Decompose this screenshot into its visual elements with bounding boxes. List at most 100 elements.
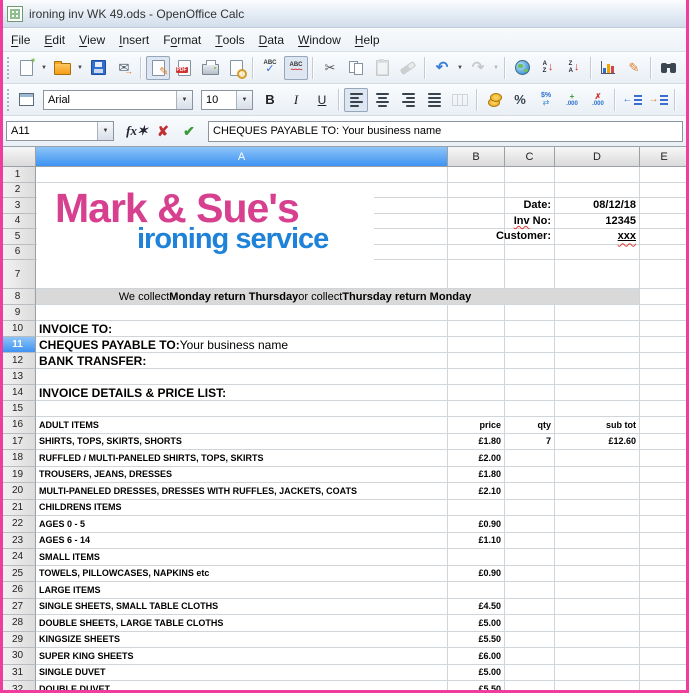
cell-E12[interactable] [640, 353, 689, 369]
cell-E20[interactable] [640, 483, 689, 500]
menu-insert[interactable]: Insert [112, 28, 156, 51]
format-paintbrush-button[interactable] [396, 56, 420, 80]
new-document-button[interactable]: ✶ [14, 56, 38, 80]
insert-chart-button[interactable] [596, 56, 620, 80]
cell-C17[interactable]: 7 [505, 434, 555, 451]
italic-button[interactable]: I [284, 88, 308, 112]
sort-descending-button[interactable]: ZA↓ [562, 56, 586, 80]
spelling-button[interactable]: ABC✓ [258, 56, 282, 80]
cell-C27[interactable] [505, 599, 555, 616]
banner-cell[interactable]: We collect Monday return Thursday or col… [36, 289, 640, 305]
cell-D32[interactable] [555, 681, 640, 693]
menu-help[interactable]: Help [348, 28, 387, 51]
select-all-corner[interactable] [0, 147, 36, 167]
row-header-20[interactable]: 20 [0, 483, 36, 500]
cell-C7[interactable] [505, 260, 555, 289]
cell-B20[interactable]: £2.10 [448, 483, 505, 500]
font-name-combo[interactable]: ▼ [43, 90, 193, 110]
cell-B26[interactable] [448, 582, 505, 599]
cell-D15[interactable] [555, 401, 640, 417]
cell-D30[interactable] [555, 648, 640, 665]
align-left-button[interactable] [344, 88, 368, 112]
find-replace-button[interactable] [656, 56, 680, 80]
font-name-input[interactable] [44, 94, 176, 106]
cell-B15[interactable] [448, 401, 505, 417]
cell-D10[interactable] [555, 321, 640, 337]
cell-B1[interactable] [448, 167, 505, 183]
cell-D13[interactable] [555, 369, 640, 385]
font-size-combo[interactable]: ▼ [201, 90, 253, 110]
draw-functions-button[interactable]: ✎ [622, 56, 646, 80]
row-header-15[interactable]: 15 [0, 401, 36, 417]
row-header-27[interactable]: 27 [0, 599, 36, 616]
cell-D6[interactable] [555, 245, 640, 261]
cell-A20[interactable]: MULTI-PANELED DRESSES, DRESSES WITH RUFF… [36, 483, 448, 500]
cell-D1[interactable] [555, 167, 640, 183]
paste-button[interactable] [370, 56, 394, 80]
cell-A30[interactable]: SUPER KING SHEETS [36, 648, 448, 665]
cell-A15[interactable] [36, 401, 448, 417]
cell-D16[interactable]: sub tot [555, 417, 640, 434]
cell-B3[interactable] [448, 198, 505, 214]
menu-window[interactable]: Window [291, 28, 348, 51]
font-size-input[interactable] [202, 94, 236, 106]
cell-D11[interactable] [555, 337, 640, 353]
cell-B22[interactable]: £0.90 [448, 516, 505, 533]
accept-button[interactable]: ✔ [177, 119, 201, 143]
row-header-2[interactable]: 2 [0, 183, 36, 199]
row-header-12[interactable]: 12 [0, 353, 36, 369]
cell-D23[interactable] [555, 533, 640, 550]
cell-A27[interactable]: SINGLE SHEETS, SMALL TABLE CLOTHS [36, 599, 448, 616]
cell-C28[interactable] [505, 615, 555, 632]
row-header-23[interactable]: 23 [0, 533, 36, 550]
row-header-18[interactable]: 18 [0, 450, 36, 467]
cell-C25[interactable] [505, 566, 555, 583]
row-header-6[interactable]: 6 [0, 245, 36, 261]
row-header-11[interactable]: 11 [0, 337, 36, 353]
cell-D17[interactable]: £12.60 [555, 434, 640, 451]
column-header-B[interactable]: B [448, 147, 505, 167]
row-header-32[interactable]: 32 [0, 681, 36, 693]
name-box[interactable]: ▼ [6, 121, 114, 141]
percent-format-button[interactable]: % [508, 88, 532, 112]
new-document-dropdown[interactable]: ▼ [39, 56, 49, 80]
cell-D7[interactable] [555, 260, 640, 289]
decrease-indent-button[interactable]: ← [620, 88, 644, 112]
cell-C3[interactable]: Date: [505, 198, 555, 214]
cell-D21[interactable] [555, 500, 640, 517]
menu-tools[interactable]: Tools [208, 28, 251, 51]
cell-E7[interactable] [640, 260, 689, 289]
cell-E3[interactable] [640, 198, 689, 214]
cell-E16[interactable] [640, 417, 689, 434]
cell-E13[interactable] [640, 369, 689, 385]
row-header-8[interactable]: 8 [0, 289, 36, 305]
cell-C29[interactable] [505, 632, 555, 649]
cell-A17[interactable]: SHIRTS, TOPS, SKIRTS, SHORTS [36, 434, 448, 451]
cell-C20[interactable] [505, 483, 555, 500]
cell-C1[interactable] [505, 167, 555, 183]
add-decimal-button[interactable]: +.000 [560, 88, 584, 112]
row-header-22[interactable]: 22 [0, 516, 36, 533]
cell-C5[interactable]: Customer: [505, 229, 555, 245]
email-document-button[interactable]: ✉→ [112, 56, 136, 80]
cell-A9[interactable] [36, 305, 448, 321]
row-header-21[interactable]: 21 [0, 500, 36, 517]
cell-E28[interactable] [640, 615, 689, 632]
standard-format-button[interactable]: $%⇄ [534, 88, 558, 112]
cell-B21[interactable] [448, 500, 505, 517]
cell-B4[interactable] [448, 214, 505, 230]
column-header-D[interactable]: D [555, 147, 640, 167]
cell-D28[interactable] [555, 615, 640, 632]
cell-E6[interactable] [640, 245, 689, 261]
cell-E24[interactable] [640, 549, 689, 566]
row-header-16[interactable]: 16 [0, 417, 36, 434]
cell-A12[interactable]: BANK TRANSFER: [36, 353, 448, 369]
cell-B17[interactable]: £1.80 [448, 434, 505, 451]
cell-C18[interactable] [505, 450, 555, 467]
cell-D9[interactable] [555, 305, 640, 321]
cell-C16[interactable]: qty [505, 417, 555, 434]
cell-A29[interactable]: KINGSIZE SHEETS [36, 632, 448, 649]
cell-B29[interactable]: £5.50 [448, 632, 505, 649]
cell-A26[interactable]: LARGE ITEMS [36, 582, 448, 599]
redo-button[interactable]: ↷ [466, 56, 490, 80]
